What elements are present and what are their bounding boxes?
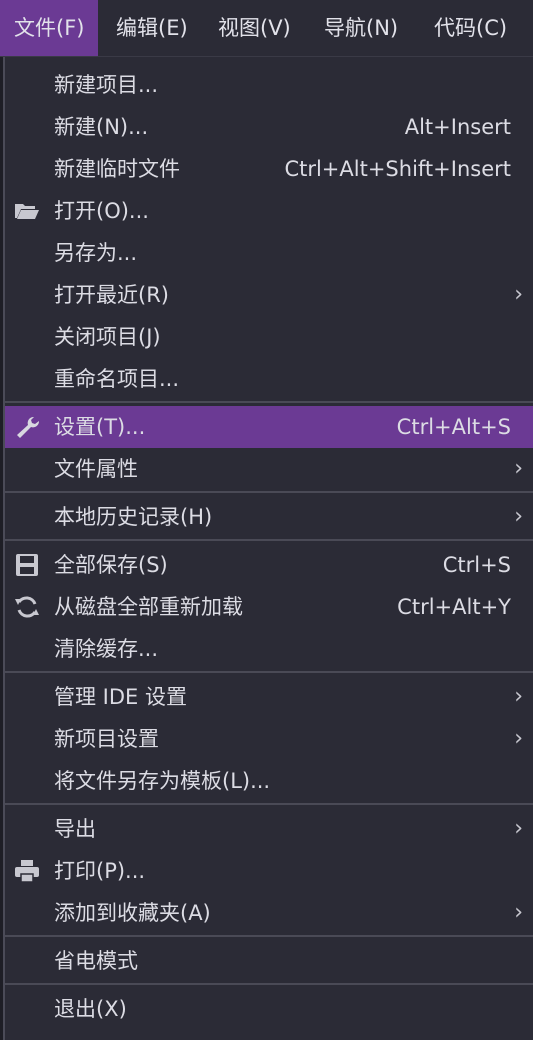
menu-item-rename-project[interactable]: 重命名项目... — [5, 358, 533, 400]
menu-item-new-project[interactable]: 新建项目... — [5, 64, 533, 106]
menu-item-exit[interactable]: 退出(X) — [5, 988, 533, 1030]
shortcut-text: Ctrl+Alt+Y — [397, 595, 511, 619]
folder-open-icon — [15, 204, 39, 219]
menu-item-power-save-mode[interactable]: 省电模式 — [5, 940, 533, 982]
menubar-navigate[interactable]: 导航(N) — [310, 0, 412, 56]
chevron-right-icon: › — [514, 456, 523, 481]
menu-item-export[interactable]: 导出 › — [5, 808, 533, 850]
menu-item-add-to-favorites[interactable]: 添加到收藏夹(A) › — [5, 892, 533, 934]
chevron-right-icon: › — [514, 816, 523, 841]
save-icon — [16, 554, 38, 576]
chevron-right-icon: › — [514, 684, 523, 709]
menu-separator — [5, 539, 533, 541]
menu-item-new[interactable]: 新建(N)... Alt+Insert — [5, 106, 533, 148]
chevron-right-icon: › — [514, 282, 523, 307]
menu-bar: 文件(F) 编辑(E) 视图(V) 导航(N) 代码(C) — [0, 0, 533, 57]
menu-separator — [5, 935, 533, 937]
menu-item-new-project-settings[interactable]: 新项目设置 › — [5, 718, 533, 760]
shortcut-text: Alt+Insert — [404, 115, 511, 139]
menu-item-new-scratch-file[interactable]: 新建临时文件 Ctrl+Alt+Shift+Insert — [5, 148, 533, 190]
shortcut-text: Ctrl+Alt+S — [396, 415, 511, 439]
file-menu-dropdown: 新建项目... 新建(N)... Alt+Insert 新建临时文件 Ctrl+… — [3, 57, 533, 1040]
menu-item-close-project[interactable]: 关闭项目(J) — [5, 316, 533, 358]
menu-separator — [5, 401, 533, 403]
refresh-icon — [15, 596, 39, 618]
menubar-edit[interactable]: 编辑(E) — [102, 0, 202, 56]
shortcut-text: Ctrl+Alt+Shift+Insert — [284, 157, 511, 181]
wrench-icon — [17, 416, 40, 438]
menu-item-save-as-template[interactable]: 将文件另存为模板(L)... — [5, 760, 533, 802]
menu-separator — [5, 983, 533, 985]
menu-separator — [5, 803, 533, 805]
chevron-right-icon: › — [514, 726, 523, 751]
menu-item-local-history[interactable]: 本地历史记录(H) › — [5, 496, 533, 538]
menubar-file[interactable]: 文件(F) — [0, 0, 99, 56]
menubar-code[interactable]: 代码(C) — [420, 0, 521, 56]
chevron-right-icon: › — [514, 900, 523, 925]
menu-item-invalidate-caches[interactable]: 清除缓存... — [5, 628, 533, 670]
shortcut-text: Ctrl+S — [442, 553, 511, 577]
menu-item-open[interactable]: 打开(O)... — [5, 190, 533, 232]
chevron-right-icon: › — [514, 504, 523, 529]
menu-item-reload-all[interactable]: 从磁盘全部重新加载 Ctrl+Alt+Y — [5, 586, 533, 628]
menu-item-settings[interactable]: 设置(T)... Ctrl+Alt+S — [5, 406, 533, 448]
menu-item-print[interactable]: 打印(P)... — [5, 850, 533, 892]
menu-item-save-all[interactable]: 全部保存(S) Ctrl+S — [5, 544, 533, 586]
menu-item-file-properties[interactable]: 文件属性 › — [5, 448, 533, 490]
menu-separator — [5, 491, 533, 493]
menubar-view[interactable]: 视图(V) — [204, 0, 305, 56]
menu-item-save-as[interactable]: 另存为... — [5, 232, 533, 274]
menu-item-manage-ide-settings[interactable]: 管理 IDE 设置 › — [5, 676, 533, 718]
printer-icon — [15, 860, 39, 883]
menu-separator — [5, 671, 533, 673]
menu-item-open-recent[interactable]: 打开最近(R) › — [5, 274, 533, 316]
